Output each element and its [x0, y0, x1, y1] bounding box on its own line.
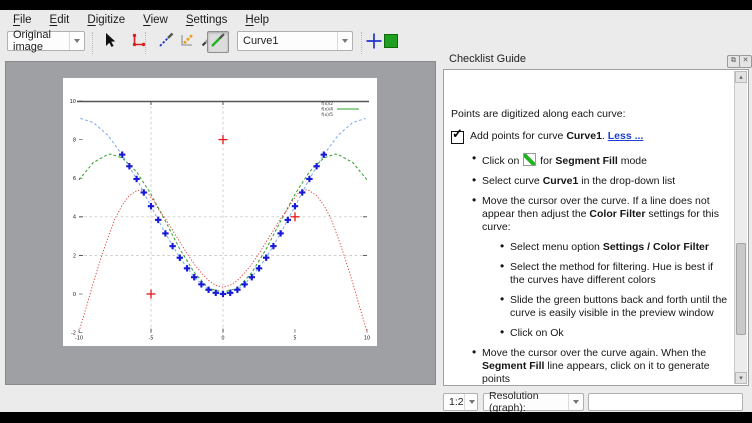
- checklist-text: Move the cursor over the curve. If a lin…: [482, 195, 719, 233]
- checklist-paragraph: Points are digitized along each curve:: [451, 108, 728, 121]
- menu-view[interactable]: View: [134, 12, 177, 28]
- status-field[interactable]: [588, 393, 743, 411]
- svg-text:-5: -5: [149, 336, 154, 342]
- scroll-up-icon[interactable]: ▴: [735, 71, 747, 83]
- svg-text:2: 2: [73, 253, 76, 259]
- checklist-link[interactable]: Less ...: [608, 130, 644, 142]
- checklist-text: Add points for curve Curve1. Less ...: [470, 130, 643, 143]
- svg-text:10: 10: [70, 99, 76, 105]
- menu-edit[interactable]: Edit: [41, 12, 79, 28]
- checklist-text: Move the cursor over the curve again. Wh…: [482, 347, 710, 385]
- svg-text:6: 6: [73, 176, 76, 182]
- checkbox-checked[interactable]: [451, 131, 464, 144]
- svg-text:5: 5: [293, 336, 296, 342]
- checklist-scrollbar[interactable]: ▴ ▾: [734, 71, 747, 384]
- zoom-level-value: 1:2: [449, 396, 464, 408]
- resolution-combo-value: Resolution (graph):: [489, 390, 568, 414]
- screenshot-root: FileEditDigitizeViewSettingsHelp Origina…: [0, 0, 752, 423]
- svg-text:0: 0: [73, 292, 76, 298]
- graph-svg: 1086420-2-10-50510f(x)/2f(x)/4f(x)/5: [6, 62, 435, 384]
- graph-canvas[interactable]: 1086420-2-10-50510f(x)/2f(x)/4f(x)/5: [5, 61, 436, 385]
- resolution-combo[interactable]: Resolution (graph):: [483, 393, 584, 411]
- zoom-level-combo[interactable]: 1:2: [443, 393, 478, 411]
- svg-text:-10: -10: [75, 336, 83, 342]
- curve-point-style-swatch: [366, 33, 382, 49]
- point-match-tool[interactable]: [176, 31, 198, 53]
- checklist-bullet: Click on Ok: [500, 327, 728, 340]
- checklist-bullet: Select curve Curve1 in the drop-down lis…: [472, 175, 728, 188]
- svg-text:f(x)/2: f(x)/2: [321, 101, 333, 107]
- dock-close-icon[interactable]: ✕: [739, 55, 752, 68]
- menu-file[interactable]: File: [4, 12, 41, 28]
- svg-text:4: 4: [73, 215, 76, 221]
- curve-point-tool-icon: [158, 32, 174, 53]
- checklist-task: Add points for curve Curve1. Less ...: [451, 130, 728, 144]
- select-tool[interactable]: [99, 31, 121, 53]
- checklist-content: Points are digitized along each curve: Ad…: [444, 70, 732, 386]
- menu-bar: FileEditDigitizeViewSettingsHelp: [0, 10, 752, 29]
- checklist-text: Click on Ok: [510, 327, 564, 339]
- axis-point-tool-icon: [130, 32, 146, 53]
- blue-cross-icon: [366, 33, 382, 49]
- curve-point-tool[interactable]: [155, 31, 177, 53]
- point-match-tool-icon: [179, 32, 195, 53]
- checklist-bullet: Select menu option Settings / Color Filt…: [500, 241, 728, 254]
- toolbar-separator: [145, 32, 147, 54]
- svg-text:0: 0: [221, 336, 224, 342]
- segment-fill-tool-icon: [210, 32, 226, 53]
- checklist-bullet: Move the cursor over the curve. If a lin…: [472, 195, 728, 234]
- menu-settings[interactable]: Settings: [177, 12, 237, 28]
- menu-digitize[interactable]: Digitize: [78, 12, 134, 28]
- checklist-guide-panel: Points are digitized along each curve: Ad…: [443, 69, 749, 386]
- toolbar: Original image Curve1: [0, 29, 752, 59]
- dock-title: Checklist Guide: [449, 53, 526, 65]
- menu-help[interactable]: Help: [236, 12, 278, 28]
- curve-selector-combo[interactable]: Curve1: [237, 31, 353, 51]
- select-tool-icon: [102, 32, 118, 53]
- checklist-bullet: Select the method for filtering. Hue is …: [500, 261, 728, 287]
- segment-fill-tool[interactable]: [207, 31, 229, 53]
- checklist-text: Select menu option Settings / Color Filt…: [510, 241, 709, 253]
- checklist-text: Select the method for filtering. Hue is …: [510, 261, 713, 286]
- svg-text:8: 8: [73, 138, 76, 144]
- svg-text:f(x)/5: f(x)/5: [321, 112, 333, 118]
- checklist-bullet: Slide the green buttons back and forth u…: [500, 294, 728, 320]
- toolbar-separator: [361, 32, 363, 54]
- checklist-text: Slide the green buttons back and forth u…: [510, 294, 727, 319]
- chevron-down-icon: [337, 32, 352, 50]
- checklist-bullet: Click on for Segment Fill mode: [472, 153, 728, 168]
- svg-text:10: 10: [364, 336, 370, 342]
- checklist-text: Select curve Curve1 in the drop-down lis…: [482, 175, 675, 187]
- segment-fill-style-swatch: [384, 34, 398, 48]
- app-window: FileEditDigitizeViewSettingsHelp Origina…: [0, 10, 752, 412]
- chevron-down-icon: [464, 394, 479, 410]
- segment-fill-icon: [523, 153, 536, 166]
- chevron-down-icon: [568, 394, 583, 410]
- scrollbar-thumb[interactable]: [736, 243, 746, 335]
- scroll-down-icon[interactable]: ▾: [735, 372, 747, 384]
- checklist-text: Click on for Segment Fill mode: [482, 155, 647, 167]
- curve-selector-value: Curve1: [243, 35, 278, 47]
- svg-text:f(x)/4: f(x)/4: [321, 107, 333, 113]
- bottom-black-bar: [0, 412, 752, 423]
- checklist-bullet: Move the cursor over the curve again. Wh…: [472, 347, 728, 386]
